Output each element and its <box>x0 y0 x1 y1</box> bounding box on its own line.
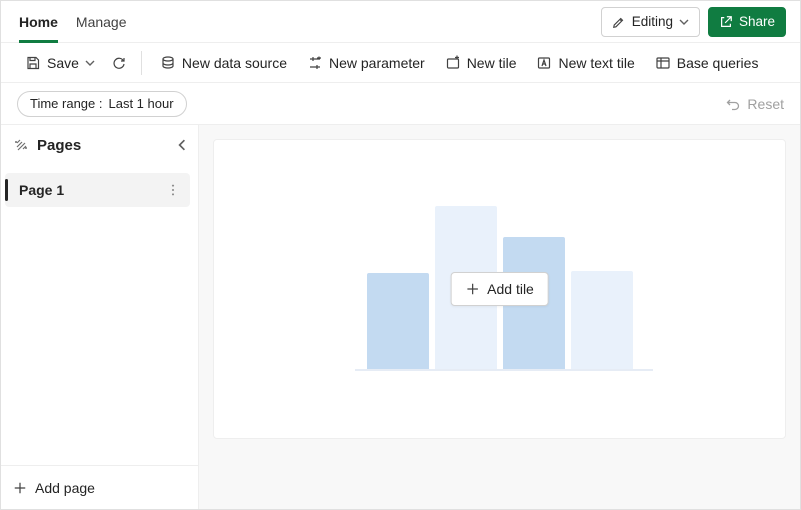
new-text-tile-button[interactable]: New text tile <box>528 48 642 78</box>
save-icon <box>25 55 41 71</box>
top-actions: Editing Share <box>601 7 786 37</box>
new-data-source-button[interactable]: New data source <box>152 48 295 78</box>
editing-label: Editing <box>632 14 673 29</box>
time-range-pill[interactable]: Time range : Last 1 hour <box>17 91 187 117</box>
share-icon <box>719 15 733 29</box>
app-root: Home Manage Editing Share <box>0 0 801 510</box>
base-queries-button[interactable]: Base queries <box>647 48 767 78</box>
plus-icon <box>465 282 479 296</box>
parameter-icon <box>307 55 323 71</box>
new-text-tile-label: New text tile <box>558 55 634 71</box>
pencil-icon <box>612 15 626 29</box>
body: Pages Page 1 Add page <box>1 125 800 509</box>
plus-icon <box>13 481 27 495</box>
add-tile-button[interactable]: Add tile <box>450 272 549 306</box>
refresh-button[interactable] <box>107 48 131 78</box>
text-tile-icon <box>536 55 552 71</box>
refresh-icon <box>111 55 127 71</box>
pages-title: Pages <box>37 137 168 154</box>
time-range-label: Time range : <box>30 96 103 111</box>
add-tile-label: Add tile <box>487 281 534 297</box>
add-page-button[interactable]: Add page <box>1 465 198 509</box>
reset-button[interactable]: Reset <box>725 96 784 112</box>
new-parameter-button[interactable]: New parameter <box>299 48 433 78</box>
new-tile-label: New tile <box>467 55 517 71</box>
database-icon <box>160 55 176 71</box>
tab-home[interactable]: Home <box>19 2 58 43</box>
canvas-area: Add tile <box>199 125 800 509</box>
divider <box>141 51 142 75</box>
chevron-down-icon <box>85 58 95 68</box>
save-button[interactable]: Save <box>17 48 103 78</box>
topbar: Home Manage Editing Share <box>1 1 800 43</box>
kebab-icon[interactable] <box>166 183 180 197</box>
dashboard-canvas[interactable]: Add tile <box>213 139 786 439</box>
new-parameter-label: New parameter <box>329 55 425 71</box>
filter-bar: Time range : Last 1 hour Reset <box>1 83 800 125</box>
undo-icon <box>725 96 741 112</box>
page-list: Page 1 <box>1 165 198 465</box>
baseline <box>355 369 653 371</box>
bar-icon <box>571 271 633 371</box>
share-label: Share <box>739 14 775 29</box>
main-tabs: Home Manage <box>19 1 127 42</box>
save-label: Save <box>47 55 79 71</box>
share-button[interactable]: Share <box>708 7 786 37</box>
base-queries-icon <box>655 55 671 71</box>
pages-icon <box>13 137 29 153</box>
pages-header: Pages <box>1 125 198 165</box>
collapse-sidebar-icon[interactable] <box>176 139 188 151</box>
new-data-source-label: New data source <box>182 55 287 71</box>
add-page-label: Add page <box>35 480 95 496</box>
page-item-label: Page 1 <box>19 182 166 198</box>
page-item[interactable]: Page 1 <box>5 173 190 207</box>
toolbar: Save New data source New parameter <box>1 43 800 83</box>
tab-manage[interactable]: Manage <box>76 2 127 43</box>
empty-placeholder: Add tile <box>355 199 645 379</box>
tile-icon <box>445 55 461 71</box>
bar-icon <box>367 273 429 371</box>
editing-mode-button[interactable]: Editing <box>601 7 700 37</box>
new-tile-button[interactable]: New tile <box>437 48 525 78</box>
pages-sidebar: Pages Page 1 Add page <box>1 125 199 509</box>
base-queries-label: Base queries <box>677 55 759 71</box>
chevron-down-icon <box>679 17 689 27</box>
time-range-value: Last 1 hour <box>109 96 174 111</box>
reset-label: Reset <box>747 96 784 112</box>
